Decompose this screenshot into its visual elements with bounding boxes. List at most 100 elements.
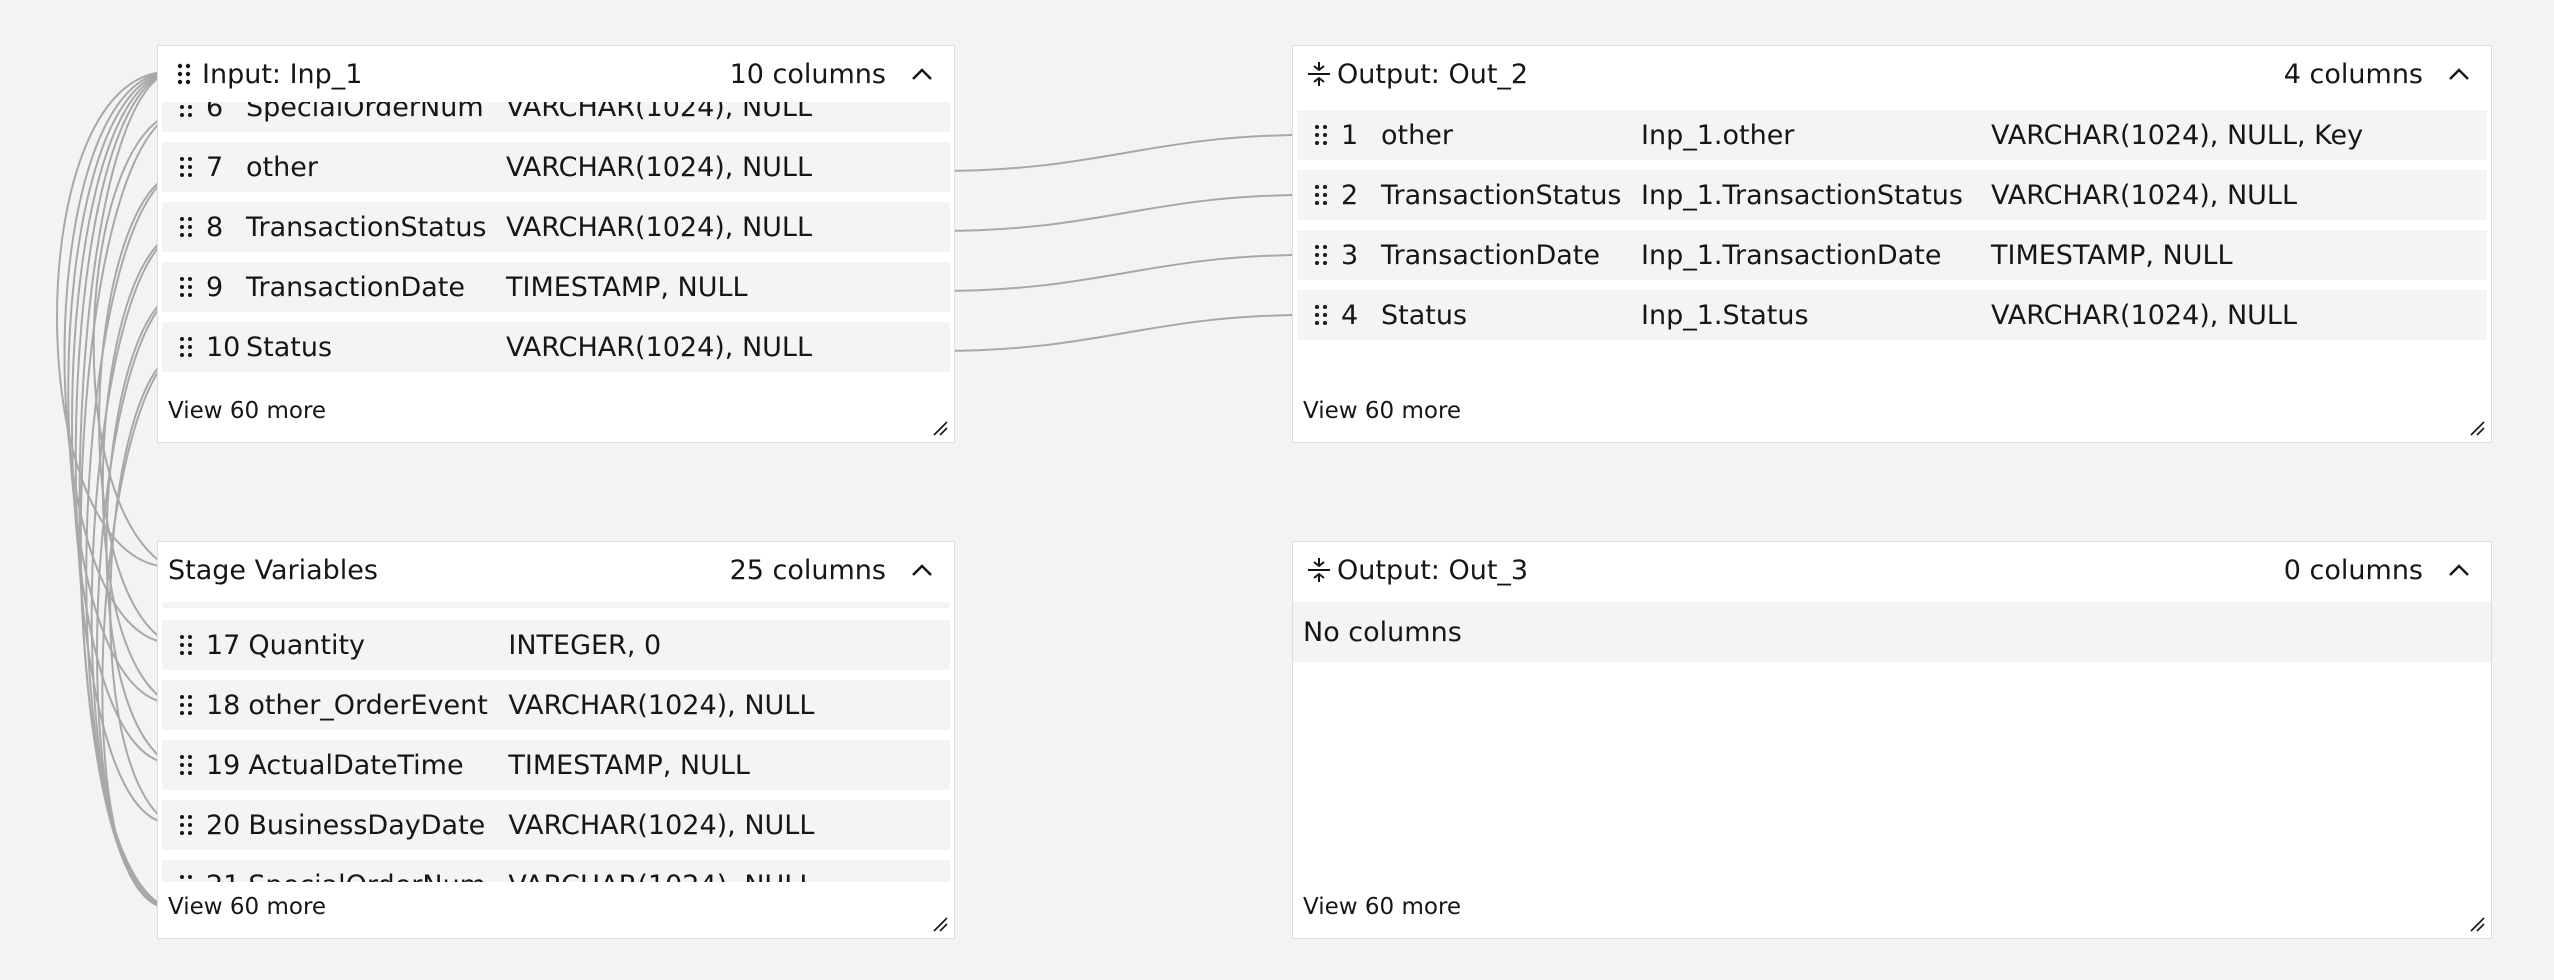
link-transactionstatus: [939, 194, 1307, 232]
column-name: TransactionStatus: [1381, 179, 1622, 211]
drag-handle-icon[interactable]: [1307, 184, 1335, 206]
row-number: 8: [206, 211, 224, 243]
output-out3-title: Output: Out_3: [1337, 554, 1529, 586]
column-name: Status: [1381, 299, 1468, 331]
drag-handle-icon[interactable]: [172, 336, 200, 358]
drag-handle-icon[interactable]: [172, 814, 200, 836]
column-name: SpecialOrderNum: [246, 102, 484, 123]
output-out3-panel: Output: Out_3 0 columns No columns View …: [1292, 541, 2492, 939]
drag-handle-icon[interactable]: [1307, 304, 1335, 326]
table-row[interactable]: 17 Quantity INTEGER, 0: [162, 620, 950, 670]
drag-handle-icon[interactable]: [172, 276, 200, 298]
row-number: 7: [206, 151, 224, 183]
column-name: other: [1381, 119, 1453, 151]
drag-handle-icon[interactable]: [172, 156, 200, 178]
output-out2-title: Output: Out_2: [1337, 58, 1529, 90]
table-row[interactable]: 6 SpecialOrderNum VARCHAR(1024), NULL: [162, 102, 950, 132]
table-row[interactable]: 19 ActualDateTime TIMESTAMP, NULL: [162, 740, 950, 790]
stage-panel-title: Stage Variables: [168, 554, 378, 586]
resize-handle-icon[interactable]: [2469, 916, 2485, 932]
drag-handle-icon[interactable]: [170, 60, 198, 88]
empty-state: No columns: [1293, 602, 2491, 662]
column-type: VARCHAR(1024), NULL: [508, 809, 815, 841]
output-out2-header[interactable]: Output: Out_2 4 columns: [1293, 46, 2491, 102]
table-row[interactable]: 2 TransactionStatus Inp_1.TransactionSta…: [1297, 170, 2487, 220]
row-number: 19: [206, 749, 241, 781]
column-type: VARCHAR(1024), NULL: [506, 211, 813, 243]
row-number: 1: [1341, 119, 1359, 151]
column-derivation: Inp_1.other: [1641, 119, 1795, 151]
column-name: BusinessDayDate: [248, 809, 486, 841]
row-number: 20: [206, 809, 241, 841]
input-panel: Input: Inp_1 10 columns 6 SpecialOrderNu…: [157, 45, 955, 443]
row-number: 2: [1341, 179, 1359, 211]
drag-handle-icon[interactable]: [1307, 244, 1335, 266]
chevron-up-icon[interactable]: [2441, 552, 2477, 588]
column-name: TransactionDate: [1381, 239, 1600, 271]
column-name: TransactionStatus: [246, 211, 487, 243]
table-row[interactable]: 4 Status Inp_1.Status VARCHAR(1024), NUL…: [1297, 290, 2487, 340]
drag-handle-icon[interactable]: [172, 874, 200, 882]
row-number: 21: [206, 870, 240, 883]
drag-handle-icon[interactable]: [172, 216, 200, 238]
table-row[interactable]: 8 TransactionStatus VARCHAR(1024), NULL: [162, 202, 950, 252]
column-derivation: Inp_1.TransactionStatus: [1641, 179, 1963, 211]
input-panel-header[interactable]: Input: Inp_1 10 columns: [158, 46, 954, 102]
chevron-up-icon[interactable]: [904, 552, 940, 588]
drag-handle-icon[interactable]: [172, 634, 200, 656]
drag-handle-icon[interactable]: [172, 754, 200, 776]
column-name: other_OrderEvent: [248, 689, 488, 721]
view-more-link[interactable]: View 60 more: [1303, 398, 1461, 424]
resize-handle-icon[interactable]: [2469, 420, 2485, 436]
column-name: TransactionDate: [246, 271, 465, 303]
drag-handle-icon[interactable]: [1307, 124, 1335, 146]
resize-handle-icon[interactable]: [932, 420, 948, 436]
row-number: 17: [206, 629, 241, 661]
column-type: TIMESTAMP, NULL: [1991, 239, 2233, 271]
row-number: 10: [206, 331, 241, 363]
table-row[interactable]: 7 other VARCHAR(1024), NULL: [162, 142, 950, 192]
table-row[interactable]: 18 other_OrderEvent VARCHAR(1024), NULL: [162, 680, 950, 730]
column-type: VARCHAR(1024), NULL: [506, 331, 813, 363]
table-row[interactable]: 3 TransactionDate Inp_1.TransactionDate …: [1297, 230, 2487, 280]
table-row[interactable]: 10 Status VARCHAR(1024), NULL: [162, 322, 950, 372]
chevron-up-icon[interactable]: [904, 56, 940, 92]
output-out3-header[interactable]: Output: Out_3 0 columns: [1293, 542, 2491, 598]
table-row[interactable]: 9 TransactionDate TIMESTAMP, NULL: [162, 262, 950, 312]
row-number: 4: [1341, 299, 1359, 331]
column-type: VARCHAR(1024), NULL: [1991, 179, 2298, 211]
column-derivation: Inp_1.Status: [1641, 299, 1809, 331]
input-panel-count: 10 columns: [729, 58, 886, 90]
row-number: 18: [206, 689, 241, 721]
drag-handle-icon[interactable]: [172, 694, 200, 716]
column-type: VARCHAR(1024), NULL: [506, 102, 813, 123]
table-row[interactable]: 1 other Inp_1.other VARCHAR(1024), NULL,…: [1297, 110, 2487, 160]
column-type: VARCHAR(1024), NULL: [1991, 299, 2298, 331]
chevron-up-icon[interactable]: [2441, 56, 2477, 92]
link-transactiondate: [939, 254, 1307, 292]
view-more-link[interactable]: View 60 more: [168, 398, 326, 424]
stage-panel-count: 25 columns: [729, 554, 886, 586]
view-more-link[interactable]: View 60 more: [168, 894, 326, 920]
link-status: [939, 314, 1307, 352]
view-more-link[interactable]: View 60 more: [1303, 894, 1461, 920]
output-out2-rows: 1 other Inp_1.other VARCHAR(1024), NULL,…: [1297, 110, 2487, 350]
column-name: other: [246, 151, 318, 183]
input-panel-title: Input: Inp_1: [202, 58, 363, 90]
resize-handle-icon[interactable]: [932, 916, 948, 932]
split-output-icon: [1305, 60, 1333, 88]
split-output-icon: [1305, 556, 1333, 584]
drag-handle-icon[interactable]: [172, 102, 200, 118]
column-type: INTEGER, 0: [508, 629, 662, 661]
column-type: VARCHAR(1024), NULL, Key: [1991, 119, 2364, 151]
stage-panel-header[interactable]: Stage Variables 25 columns: [158, 542, 954, 598]
output-out2-count: 4 columns: [2283, 58, 2423, 90]
stage-rows: 17 Quantity INTEGER, 0 18 other_OrderEve…: [162, 602, 950, 882]
table-row[interactable]: 20 BusinessDayDate VARCHAR(1024), NULL: [162, 800, 950, 850]
table-row[interactable]: 21 SpecialOrderNum VARCHAR(1024), NULL: [162, 860, 950, 882]
row-number: 3: [1341, 239, 1359, 271]
column-name: Quantity: [248, 629, 366, 661]
output-out3-count: 0 columns: [2283, 554, 2423, 586]
row-divider: [162, 602, 950, 608]
row-number: 6: [206, 102, 224, 123]
